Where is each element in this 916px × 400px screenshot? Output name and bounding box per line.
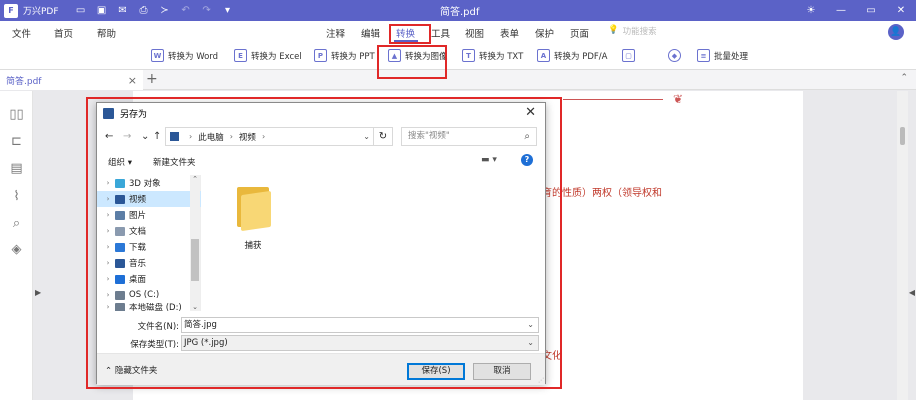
- convert-to-pdfa-button[interactable]: A 转换为 PDF/A: [537, 49, 607, 62]
- layers-icon[interactable]: ◈: [9, 242, 24, 257]
- highlight-convert-to-image: [377, 45, 447, 79]
- document-tab[interactable]: 简答.pdf ×: [0, 70, 143, 90]
- highlight-convert-menu: [389, 24, 431, 44]
- share-icon[interactable]: ≻: [159, 5, 171, 17]
- open-folder-icon[interactable]: ▭: [75, 5, 87, 17]
- convert-to-ppt-button[interactable]: P 转换为 PPT: [314, 49, 375, 62]
- batch-process-button-group: ◆: [668, 49, 681, 62]
- batch-process-button[interactable]: ≡ 批量处理: [697, 49, 748, 62]
- convert-ribbon: W 转换为 Word E 转换为 Excel P 转换为 PPT ▲ 转换为图像…: [0, 43, 916, 70]
- more-formats-button[interactable]: ▢: [622, 49, 635, 62]
- left-sidebar: ▯▯ ⊏ ▤ ⌇ ⌕ ◈: [0, 91, 33, 400]
- menu-annotate[interactable]: 注释: [326, 26, 345, 40]
- convert-to-excel-button[interactable]: E 转换为 Excel: [234, 49, 302, 62]
- minimize-button[interactable]: —: [826, 5, 856, 16]
- theme-sun-icon[interactable]: ☀: [796, 5, 826, 16]
- more-icon: ▢: [622, 49, 635, 62]
- customize-dropdown-icon[interactable]: ▾: [222, 5, 234, 17]
- convert-to-word-label: 转换为 Word: [168, 51, 219, 62]
- thumbnails-icon[interactable]: ▯▯: [9, 107, 24, 122]
- quick-access-toolbar: ▭ ▣ ✉ ⎙ ≻ ↶ ↷ ▾: [75, 5, 234, 17]
- highlight-save-dialog: [86, 97, 562, 389]
- redo-icon[interactable]: ↷: [201, 5, 213, 17]
- convert-to-word-button[interactable]: W 转换为 Word: [151, 49, 218, 62]
- maximize-button[interactable]: ▭: [856, 5, 886, 16]
- comments-icon[interactable]: ▤: [9, 161, 24, 176]
- user-avatar[interactable]: 👤: [888, 24, 904, 40]
- attachment-icon[interactable]: ⌇: [9, 189, 24, 204]
- page-scrollbar-thumb[interactable]: [900, 127, 905, 145]
- document-title: 简答.pdf: [440, 7, 480, 18]
- app-logo-icon: F: [4, 3, 18, 18]
- menu-home[interactable]: 首页: [54, 26, 73, 40]
- next-page-arrow-icon[interactable]: ◀: [909, 288, 915, 297]
- menu-file[interactable]: 文件: [12, 26, 31, 40]
- print-icon[interactable]: ⎙: [138, 5, 150, 17]
- feature-search[interactable]: 💡 功能搜索: [608, 25, 657, 37]
- menu-page[interactable]: 页面: [570, 26, 589, 40]
- window-controls: ☀ — ▭ ✕: [796, 0, 916, 21]
- convert-to-pdfa-label: 转换为 PDF/A: [554, 51, 608, 62]
- document-tab-bar: 简答.pdf × + ⌃: [0, 70, 916, 90]
- undo-icon[interactable]: ↶: [180, 5, 192, 17]
- title-bar: F 万兴PDF ▭ ▣ ✉ ⎙ ≻ ↶ ↷ ▾ 简答.pdf ☀ — ▭ ✕: [0, 0, 916, 21]
- convert-to-excel-label: 转换为 Excel: [251, 51, 302, 62]
- excel-icon: E: [234, 49, 247, 62]
- txt-icon: T: [462, 49, 475, 62]
- convert-to-txt-label: 转换为 TXT: [479, 51, 524, 62]
- close-window-button[interactable]: ✕: [886, 5, 916, 16]
- pdfa-icon: A: [537, 49, 550, 62]
- menu-forms[interactable]: 表单: [500, 26, 519, 40]
- save-icon[interactable]: ▣: [96, 5, 108, 17]
- ppt-icon: P: [314, 49, 327, 62]
- close-tab-icon[interactable]: ×: [128, 74, 137, 87]
- bookmark-icon[interactable]: ⊏: [9, 134, 24, 149]
- new-tab-button[interactable]: +: [146, 71, 158, 87]
- batch-process-label: 批量处理: [714, 51, 749, 62]
- word-icon: W: [151, 49, 164, 62]
- decorative-line: [563, 99, 663, 100]
- feature-search-placeholder: 功能搜索: [622, 27, 657, 37]
- menu-tools[interactable]: 工具: [431, 26, 450, 40]
- lightbulb-icon: 💡: [608, 25, 619, 35]
- menu-protect[interactable]: 保护: [535, 26, 554, 40]
- previous-page-arrow-icon[interactable]: ▶: [35, 288, 41, 297]
- decorative-flourish: ❦: [673, 92, 684, 106]
- batch-list-icon: ≡: [697, 49, 710, 62]
- convert-to-ppt-label: 转换为 PPT: [331, 51, 375, 62]
- menu-help[interactable]: 帮助: [97, 26, 116, 40]
- menu-bar: 文件 首页 帮助 注释 编辑 转换 工具 视图 表单 保护 页面 💡 功能搜索 …: [0, 21, 916, 43]
- convert-to-txt-button[interactable]: T 转换为 TXT: [462, 49, 523, 62]
- search-icon[interactable]: ⌕: [9, 216, 24, 231]
- app-name: 万兴PDF: [23, 7, 59, 17]
- document-tab-label: 简答.pdf: [6, 76, 42, 87]
- batch-icon: ◆: [668, 49, 681, 62]
- chevron-up-icon[interactable]: ⌃: [900, 73, 908, 83]
- menu-view[interactable]: 视图: [465, 26, 484, 40]
- email-icon[interactable]: ✉: [117, 5, 129, 17]
- menu-edit[interactable]: 编辑: [361, 26, 380, 40]
